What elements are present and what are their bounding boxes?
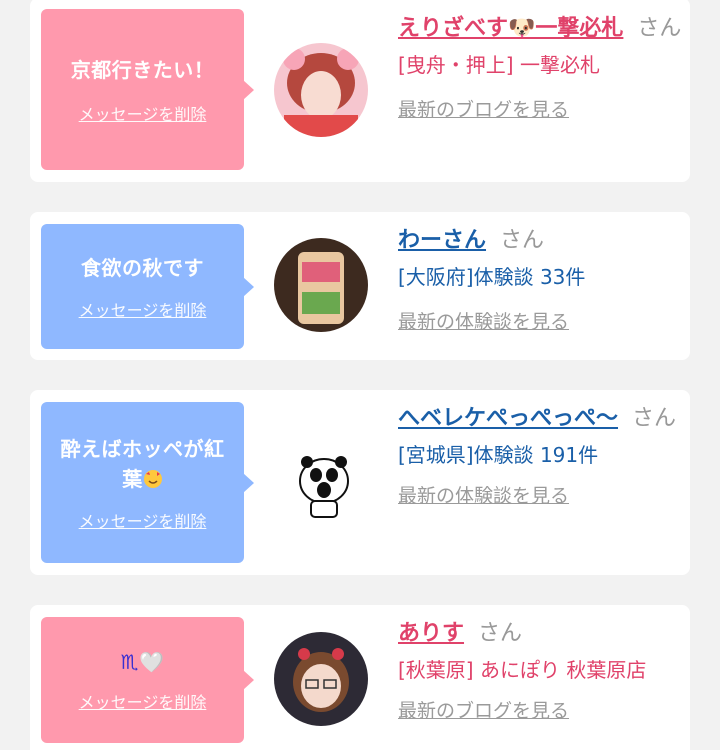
- avatar-photo: [274, 632, 368, 726]
- profile-name-link[interactable]: ありす: [398, 621, 464, 646]
- profile-subtitle: [宮城県]体験談 191件: [398, 443, 599, 467]
- latest-post-link[interactable]: 最新の体験談を見る: [398, 308, 683, 336]
- avatar[interactable]: [274, 435, 368, 529]
- honorific: さん: [478, 621, 523, 646]
- honorific: さん: [637, 16, 682, 41]
- message-text: ♏🤍: [120, 650, 165, 674]
- avatar-photo: [274, 435, 368, 529]
- avatar[interactable]: [274, 43, 368, 137]
- honorific: さん: [500, 228, 545, 253]
- avatar[interactable]: [274, 238, 368, 332]
- latest-post-link[interactable]: 最新のブログを見る: [398, 96, 683, 124]
- delete-message-link[interactable]: メッセージを削除: [79, 508, 207, 532]
- message-bubble: 食欲の秋です メッセージを削除: [41, 224, 254, 349]
- avatar[interactable]: [274, 632, 368, 726]
- message-card: 京都行きたい！ メッセージを削除 えりざべす🐶一撃必札 さん [曳舟・押上] 一撃…: [30, 0, 690, 182]
- profile-subtitle: [大阪府]体験談 33件: [398, 265, 586, 289]
- profile-subtitle: [秋葉原] あにぽり 秋葉原店: [398, 658, 647, 682]
- message-bubble: 酔えばホッペが紅葉 メッセージを削除: [41, 402, 254, 563]
- honorific: さん: [632, 406, 677, 431]
- latest-post-link[interactable]: 最新のブログを見る: [398, 697, 683, 725]
- message-bubble: 京都行きたい！ メッセージを削除: [41, 9, 254, 170]
- profile-subtitle: [曳舟・押上] 一撃必札: [398, 53, 600, 77]
- profile-info: ありす さん [秋葉原] あにぽり 秋葉原店 最新のブログを見る: [398, 617, 683, 725]
- latest-post-link[interactable]: 最新の体験談を見る: [398, 482, 683, 510]
- profile-info: えりざべす🐶一撃必札 さん [曳舟・押上] 一撃必札 最新のブログを見る: [398, 12, 683, 124]
- profile-name-link[interactable]: えりざべす🐶一撃必札: [398, 16, 623, 41]
- delete-message-link[interactable]: メッセージを削除: [79, 689, 207, 713]
- delete-message-link[interactable]: メッセージを削除: [79, 101, 207, 125]
- message-card: 食欲の秋です メッセージを削除 わーさん さん [大阪府]体験談 33件 最新の体…: [30, 212, 690, 360]
- profile-info: へベレケぺっぺっぺ〜 さん [宮城県]体験談 191件 最新の体験談を見る: [398, 402, 683, 510]
- profile-name-link[interactable]: へベレケぺっぺっぺ〜: [398, 406, 618, 431]
- message-text: 京都行きたい！: [70, 57, 215, 82]
- message-text: 酔えばホッペが紅葉: [60, 436, 225, 491]
- message-card: 酔えばホッペが紅葉 メッセージを削除 へベレケぺっぺっぺ〜 さん [宮城県]体験談…: [30, 390, 690, 575]
- message-text: 食欲の秋です: [81, 255, 204, 280]
- profile-name-link[interactable]: わーさん: [398, 228, 486, 253]
- smiling-face-with-hearts-icon: [143, 469, 162, 488]
- delete-message-link[interactable]: メッセージを削除: [79, 297, 207, 321]
- avatar-photo: [274, 238, 368, 332]
- profile-info: わーさん さん [大阪府]体験談 33件 最新の体験談を見る: [398, 224, 683, 336]
- avatar-photo: [274, 43, 368, 137]
- message-bubble: ♏🤍 メッセージを削除: [41, 617, 254, 743]
- message-card: ♏🤍 メッセージを削除 ありす さん [秋葉原] あにぽり 秋葉原店 最新のブログ…: [30, 605, 690, 750]
